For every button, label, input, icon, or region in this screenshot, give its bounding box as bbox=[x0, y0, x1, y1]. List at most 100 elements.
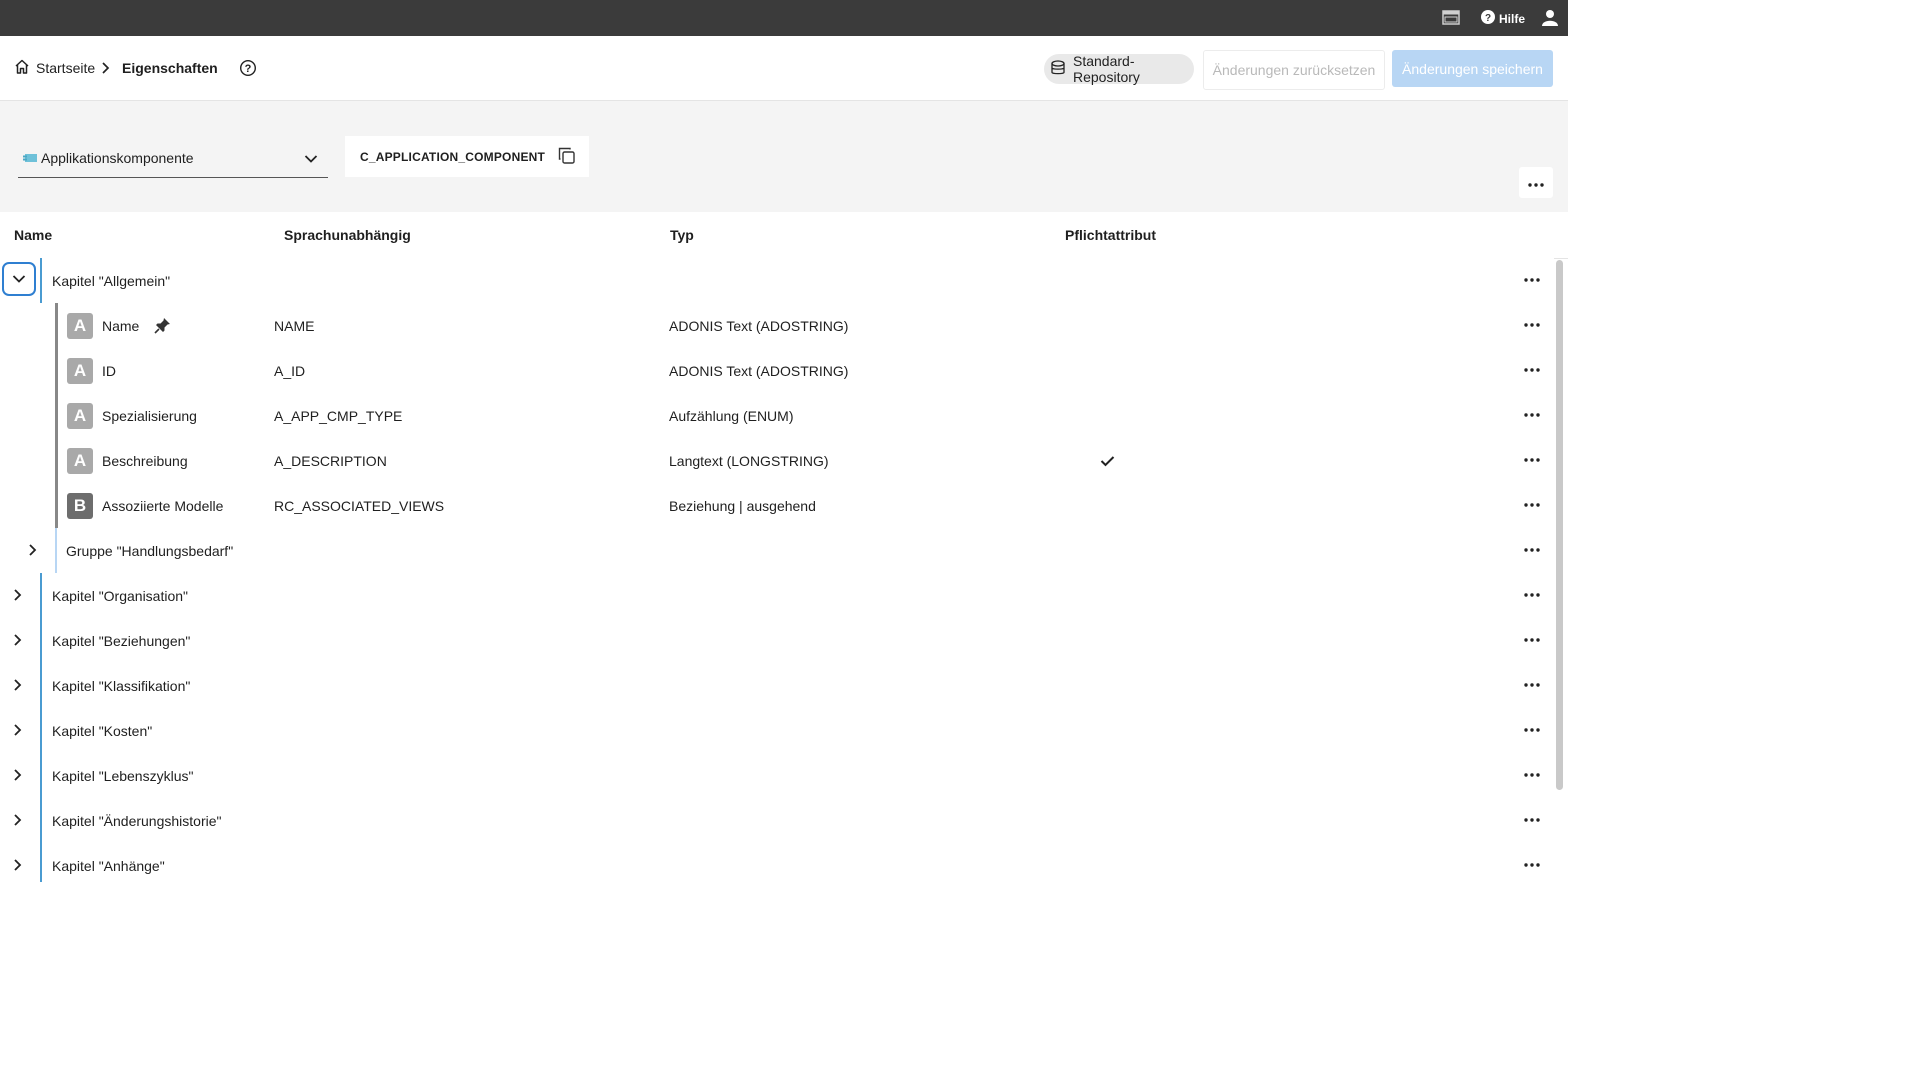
chevron-right-icon[interactable] bbox=[12, 588, 22, 605]
repository-label: Standard-Repository bbox=[1073, 53, 1140, 85]
class-dropdown[interactable]: Applikationskomponente bbox=[18, 139, 328, 178]
chevron-right-icon[interactable] bbox=[12, 723, 22, 740]
attribute-accent bbox=[55, 393, 58, 438]
attribute-type: ADONIS Text (ADOSTRING) bbox=[669, 362, 849, 379]
attribute-type-badge: A bbox=[67, 403, 93, 429]
chapter-row-allgemein[interactable]: Kapitel "Allgemein" bbox=[0, 258, 1554, 304]
page-title: Eigenschaften bbox=[122, 60, 218, 76]
more-options-button[interactable] bbox=[1519, 167, 1553, 198]
attribute-name: Spezialisierung bbox=[102, 407, 197, 424]
chapter-label: Kapitel "Organisation" bbox=[52, 587, 189, 604]
breadcrumb-home-label: Startseite bbox=[36, 60, 96, 76]
help-label: Hilfe bbox=[1499, 11, 1526, 26]
chapter-row-beziehungen[interactable]: Kapitel "Beziehungen" bbox=[0, 618, 1554, 664]
ellipsis-icon[interactable] bbox=[1523, 316, 1541, 337]
attribute-id: A_DESCRIPTION bbox=[274, 452, 387, 469]
attribute-accent bbox=[55, 303, 58, 348]
attribute-accent bbox=[55, 348, 58, 393]
chapter-row-kosten[interactable]: Kapitel "Kosten" bbox=[0, 708, 1554, 754]
page-header: Startseite Eigenschaften ? Standard-Repo… bbox=[0, 36, 1568, 101]
ellipsis-icon[interactable] bbox=[1523, 631, 1541, 652]
window-icon[interactable] bbox=[1442, 10, 1460, 30]
attribute-name: ID bbox=[102, 362, 116, 379]
chapter-label: Kapitel "Allgemein" bbox=[52, 272, 171, 289]
class-selector-band: Applikationskomponente C_APPLICATION_COM… bbox=[0, 101, 1568, 212]
attribute-id: NAME bbox=[274, 317, 315, 334]
column-header-mandatory[interactable]: Pflichtattribut bbox=[1065, 227, 1156, 243]
chapter-row-aenderungshistorie[interactable]: Kapitel "Änderungshistorie" bbox=[0, 798, 1554, 844]
home-icon bbox=[14, 59, 30, 77]
attribute-type: Langtext (LONGSTRING) bbox=[669, 452, 829, 469]
relation-type-badge: B bbox=[67, 493, 93, 519]
chapter-accent bbox=[40, 753, 42, 798]
attribute-row[interactable]: B Assoziierte Modelle RC_ASSOCIATED_VIEW… bbox=[0, 483, 1554, 529]
ellipsis-icon[interactable] bbox=[1523, 586, 1541, 607]
ellipsis-icon[interactable] bbox=[1523, 406, 1541, 427]
ellipsis-icon[interactable] bbox=[1523, 361, 1541, 382]
chapter-row-organisation[interactable]: Kapitel "Organisation" bbox=[0, 573, 1554, 619]
app-root: ? Hilfe Startseite Eigenschaften ? Stand… bbox=[0, 0, 1568, 882]
attribute-type: Beziehung | ausgehend bbox=[669, 497, 816, 514]
class-id-text: C_APPLICATION_COMPONENT bbox=[360, 149, 546, 164]
user-icon[interactable] bbox=[1542, 9, 1558, 31]
attribute-type-badge: A bbox=[67, 313, 93, 339]
chapter-label: Kapitel "Änderungshistorie" bbox=[52, 812, 222, 829]
chevron-right-icon[interactable] bbox=[12, 858, 22, 875]
attribute-row[interactable]: A Name NAME ADONIS Text (ADOSTRING) bbox=[0, 303, 1554, 349]
chevron-right-icon[interactable] bbox=[12, 768, 22, 785]
attribute-row[interactable]: A Spezialisierung A_APP_CMP_TYPE Aufzähl… bbox=[0, 393, 1554, 439]
attribute-name: Name bbox=[102, 317, 140, 334]
chapter-row-anhaenge[interactable]: Kapitel "Anhänge" bbox=[0, 843, 1554, 882]
scrollbar-thumb[interactable] bbox=[1556, 260, 1563, 790]
chevron-right-icon bbox=[100, 36, 110, 100]
repository-chip[interactable]: Standard-Repository bbox=[1044, 53, 1194, 85]
ellipsis-icon[interactable] bbox=[1523, 271, 1541, 292]
table-header: Name Sprachunabhängig Typ Pflichtattribu… bbox=[0, 212, 1568, 259]
application-component-icon bbox=[23, 150, 37, 166]
svg-text:?: ? bbox=[1485, 13, 1491, 24]
ellipsis-icon[interactable] bbox=[1523, 721, 1541, 742]
column-header-name[interactable]: Name bbox=[14, 227, 52, 243]
attribute-id: A_ID bbox=[274, 362, 306, 379]
ellipsis-icon[interactable] bbox=[1523, 451, 1541, 472]
ellipsis-icon[interactable] bbox=[1523, 676, 1541, 697]
chapter-accent bbox=[40, 573, 42, 618]
save-changes-button[interactable]: Änderungen speichern bbox=[1392, 50, 1553, 87]
chevron-down-icon bbox=[304, 151, 318, 167]
help-icon: ? bbox=[1481, 10, 1495, 27]
attribute-id: RC_ASSOCIATED_VIEWS bbox=[274, 497, 445, 514]
breadcrumb-home[interactable]: Startseite bbox=[14, 36, 95, 100]
attribute-row[interactable]: A ID A_ID ADONIS Text (ADOSTRING) bbox=[0, 348, 1554, 394]
group-row-handlungsbedarf[interactable]: Gruppe "Handlungsbedarf" bbox=[0, 528, 1554, 574]
ellipsis-icon[interactable] bbox=[1523, 496, 1541, 517]
vertical-scrollbar[interactable] bbox=[1556, 258, 1564, 882]
help-menu[interactable]: ? Hilfe bbox=[1481, 10, 1525, 27]
top-bar: ? Hilfe bbox=[0, 0, 1568, 36]
class-dropdown-value: Applikationskomponente bbox=[41, 150, 194, 166]
column-header-type[interactable]: Typ bbox=[670, 227, 694, 243]
ellipsis-icon[interactable] bbox=[1523, 541, 1541, 562]
chapter-accent bbox=[40, 708, 42, 753]
attribute-name: Assoziierte Modelle bbox=[102, 497, 224, 514]
attribute-type: Aufzählung (ENUM) bbox=[669, 407, 794, 424]
attribute-name: Beschreibung bbox=[102, 452, 188, 469]
chevron-right-icon[interactable] bbox=[12, 633, 22, 650]
ellipsis-icon[interactable] bbox=[1523, 766, 1541, 787]
checkmark-icon bbox=[1100, 438, 1115, 483]
chapter-row-lebenszyklus[interactable]: Kapitel "Lebenszyklus" bbox=[0, 753, 1554, 799]
collapse-button[interactable] bbox=[2, 262, 36, 296]
question-circle-icon[interactable]: ? bbox=[239, 36, 257, 100]
chevron-right-icon[interactable] bbox=[27, 543, 37, 560]
chapter-row-klassifikation[interactable]: Kapitel "Klassifikation" bbox=[0, 663, 1554, 709]
copy-icon[interactable] bbox=[557, 146, 576, 168]
ellipsis-icon[interactable] bbox=[1523, 811, 1541, 832]
chevron-right-icon[interactable] bbox=[12, 813, 22, 830]
chapter-accent bbox=[40, 843, 42, 882]
column-header-language-independent[interactable]: Sprachunabhängig bbox=[284, 227, 411, 243]
attribute-row[interactable]: A Beschreibung A_DESCRIPTION Langtext (L… bbox=[0, 438, 1554, 484]
chevron-right-icon[interactable] bbox=[12, 678, 22, 695]
ellipsis-icon[interactable] bbox=[1523, 856, 1541, 877]
group-accent bbox=[55, 528, 57, 573]
reset-changes-button[interactable]: Änderungen zurücksetzen bbox=[1203, 50, 1385, 90]
attribute-type-badge: A bbox=[67, 448, 93, 474]
